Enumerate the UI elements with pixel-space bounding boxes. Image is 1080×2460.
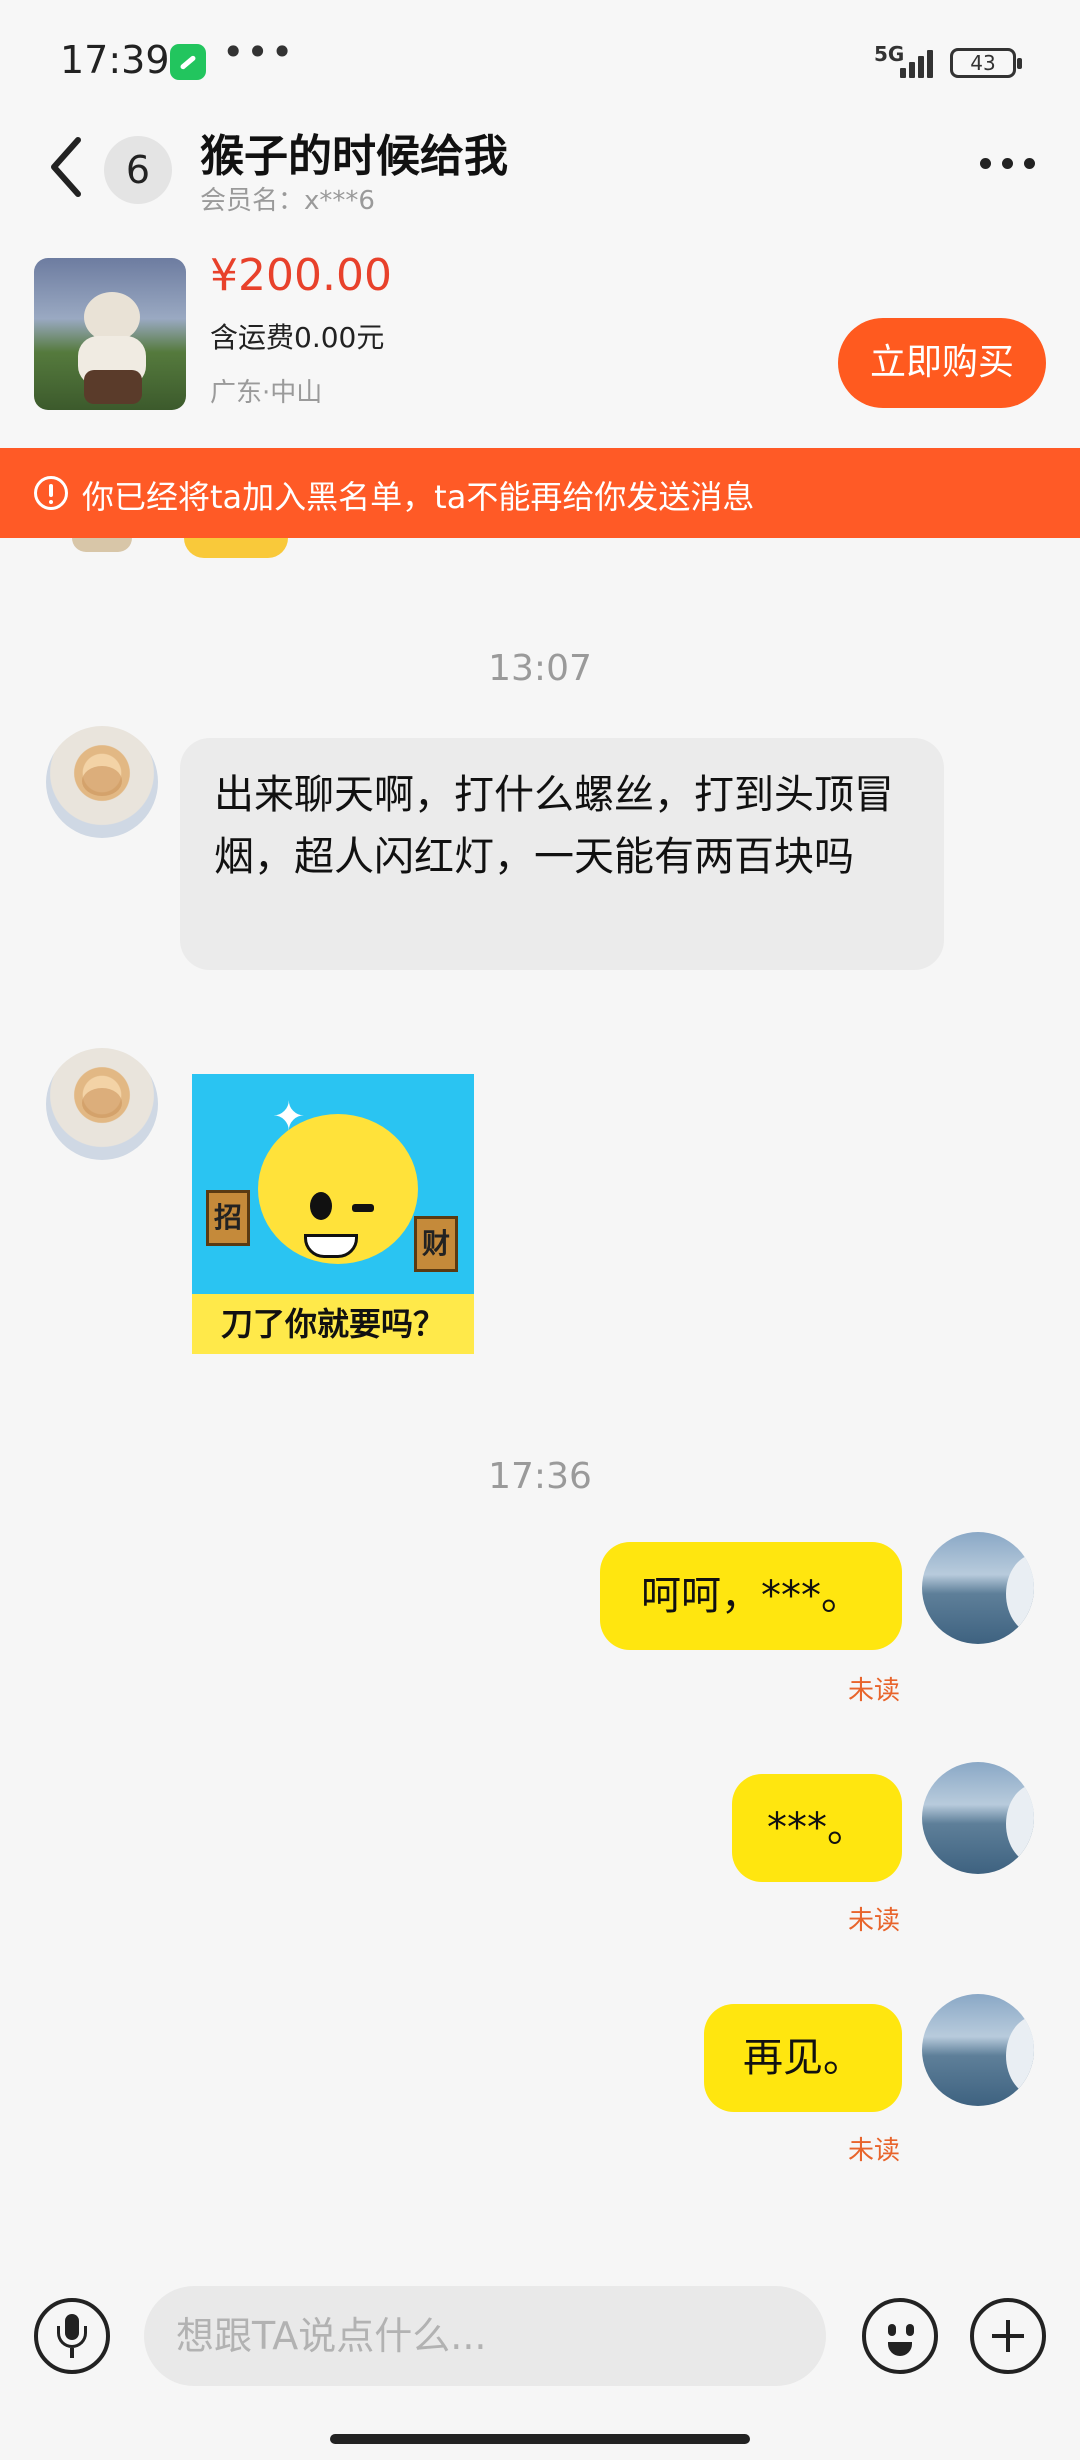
unread-status: 未读	[847, 1676, 900, 1706]
add-button[interactable]	[970, 2298, 1046, 2374]
my-avatar[interactable]	[922, 1762, 1034, 1874]
chat-title: 猴子的时候给我	[200, 131, 508, 182]
partial-sticker	[184, 538, 288, 558]
my-avatar[interactable]	[922, 1994, 1034, 2106]
back-arrow-icon[interactable]	[48, 132, 84, 202]
voice-button[interactable]	[34, 2298, 110, 2374]
status-time: 17:39	[60, 38, 170, 82]
emoji-button[interactable]	[862, 2298, 938, 2374]
home-indicator[interactable]	[330, 2434, 750, 2444]
my-avatar[interactable]	[922, 1532, 1034, 1644]
sticker-caption: 刀了你就要吗？	[192, 1294, 474, 1354]
buy-now-button[interactable]: 立即购买	[838, 318, 1046, 408]
seller-avatar[interactable]	[46, 1048, 158, 1160]
timestamp: 17:36	[488, 1456, 592, 1497]
sticker-fist-right: 财	[414, 1216, 458, 1272]
warning-icon	[34, 476, 68, 510]
unread-status: 未读	[847, 2136, 900, 2166]
sticker-fist-left: 招	[206, 1190, 250, 1246]
product-price: ¥200.00	[210, 250, 392, 301]
unread-count-badge[interactable]: 6	[104, 136, 172, 204]
banner-text: 你已经将ta加入黑名单，ta不能再给你发送消息	[82, 478, 755, 516]
sticker-message[interactable]: ✦ 招 财 刀了你就要吗？	[192, 1074, 474, 1354]
seller-avatar[interactable]	[46, 726, 158, 838]
timestamp: 13:07	[488, 648, 592, 689]
received-message[interactable]: 出来聊天啊，打什么螺丝，打到头顶冒烟，超人闪红灯，一天能有两百块吗	[180, 738, 944, 970]
partial-avatar	[72, 538, 132, 552]
more-menu-icon[interactable]	[978, 152, 1038, 176]
product-location: 广东·中山	[210, 378, 323, 408]
battery-icon: 43	[950, 48, 1022, 78]
member-name: 会员名：x***6	[200, 186, 375, 216]
sent-message[interactable]: 再见。	[704, 2004, 902, 2112]
smiley-icon	[888, 2324, 896, 2336]
wrench-app-icon	[170, 44, 206, 80]
unread-status: 未读	[847, 1906, 900, 1936]
product-thumbnail[interactable]	[34, 258, 186, 410]
blacklist-banner: 你已经将ta加入黑名单，ta不能再给你发送消息	[0, 448, 1080, 538]
sent-message[interactable]: 呵呵，***。	[600, 1542, 902, 1650]
sent-message[interactable]: ***。	[732, 1774, 902, 1882]
message-input[interactable]: 想跟TA说点什么...	[144, 2286, 826, 2386]
shipping-fee: 含运费0.00元	[210, 321, 385, 354]
more-notifications-icon: •••	[222, 30, 296, 74]
signal-icon	[900, 46, 940, 78]
status-bar: 17:39 ••• 5G 43	[0, 0, 1080, 120]
